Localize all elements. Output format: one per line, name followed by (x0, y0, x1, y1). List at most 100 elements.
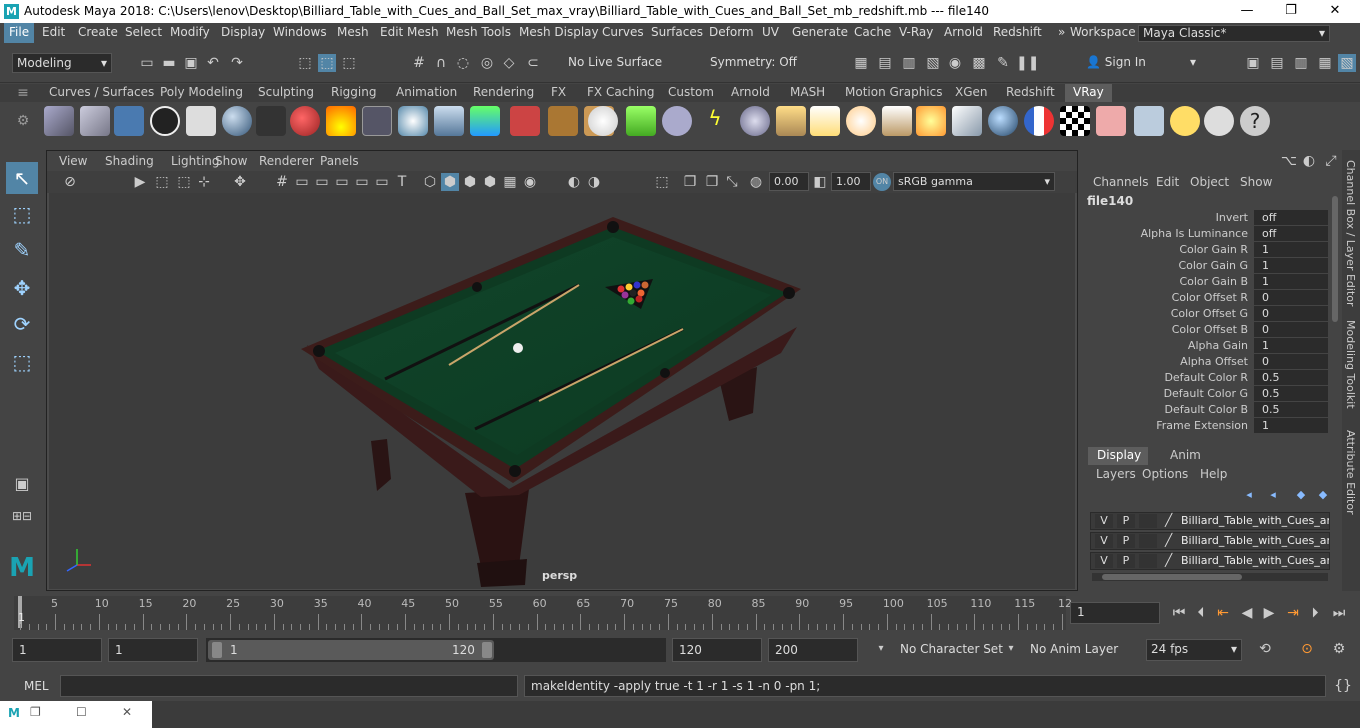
maximize-icon[interactable]: ☐ (76, 705, 87, 719)
menu-deform[interactable]: Deform (709, 25, 754, 39)
minimized-window[interactable]: M ❐ ☐ ✕ (0, 701, 152, 728)
wireframe-on-shaded-icon[interactable]: ⬢ (461, 173, 479, 191)
channel-row-alpha-offset[interactable]: Alpha Offset 0 (1084, 354, 1334, 370)
vray-table-icon[interactable] (1134, 106, 1164, 136)
gamma-field[interactable]: 1.00 (831, 172, 871, 191)
single-pane-layout-icon[interactable]: ▣ (6, 468, 38, 500)
tab-vray[interactable]: VRay (1065, 84, 1112, 102)
channel-object-menu[interactable]: Object (1190, 175, 1229, 189)
snap-surface-icon[interactable]: ◇ (500, 54, 518, 72)
3d-viewport[interactable]: persp (49, 193, 1075, 589)
menu-redshift[interactable]: Redshift (993, 25, 1042, 39)
use-all-lights-icon[interactable]: ▦ (501, 173, 519, 191)
vray-log-icon[interactable] (186, 106, 216, 136)
vray-render-icon[interactable]: ▩ (970, 54, 988, 72)
move-layer-down-icon[interactable]: ◂ (1264, 486, 1282, 504)
tab-arnold[interactable]: Arnold (731, 85, 770, 99)
textured-icon[interactable]: ⬢ (481, 173, 499, 191)
move-tool-icon[interactable]: ✥ (6, 272, 38, 304)
tab-sculpting[interactable]: Sculpting (258, 85, 314, 99)
menu-edit-mesh[interactable]: Edit Mesh (380, 25, 439, 39)
layer-row[interactable]: V P ╱ Billiard_Table_with_Cues_an (1090, 512, 1330, 530)
camera-attributes-icon[interactable]: ⊘ (61, 173, 79, 191)
channel-show-menu[interactable]: Show (1240, 175, 1272, 189)
display-type-toggle[interactable] (1139, 554, 1157, 568)
vray-bulb-icon[interactable] (1170, 106, 1200, 136)
select-component-icon[interactable]: ⬚ (340, 54, 358, 72)
range-end-handle[interactable] (482, 642, 492, 658)
expand-icon[interactable]: ⤢ (1322, 152, 1340, 170)
animation-preferences-icon[interactable]: ⚙ (1330, 640, 1348, 658)
vray-fur-icon[interactable] (510, 106, 540, 136)
viewport-menu-renderer[interactable]: Renderer (259, 154, 314, 168)
paint-select-tool-icon[interactable]: ✎ (6, 234, 38, 266)
channel-row-invert[interactable]: Invert off (1084, 210, 1334, 226)
new-scene-icon[interactable]: ▭ (138, 54, 156, 72)
channel-row-default-color-b[interactable]: Default Color B 0.5 (1084, 402, 1334, 418)
range-slider-bar[interactable]: 1 120 (208, 640, 494, 660)
workspace-dropdown[interactable]: Maya Classic* ▾ (1138, 25, 1330, 42)
channel-value[interactable]: 0 (1254, 354, 1328, 369)
new-layer-icon[interactable]: ◆ (1292, 486, 1310, 504)
vray-sphere-icon[interactable] (740, 106, 770, 136)
sign-in-button[interactable]: 👤 Sign In ▾ (1082, 53, 1200, 73)
move-layer-up-icon[interactable]: ◂ (1240, 486, 1258, 504)
undo-icon[interactable]: ↶ (204, 54, 222, 72)
menu-mesh-display[interactable]: Mesh Display (519, 25, 599, 39)
layers-menu[interactable]: Layers (1096, 467, 1136, 481)
step-back-key-icon[interactable]: ⇤ (1214, 604, 1232, 622)
layer-color-icon[interactable]: ╱ (1165, 553, 1172, 567)
vray-ies-light-icon[interactable] (882, 106, 912, 136)
vray-env-sphere-icon[interactable] (988, 106, 1018, 136)
select-camera-icon[interactable]: ⬚ (653, 173, 671, 191)
vray-omni-light-icon[interactable] (846, 106, 876, 136)
select-tool-icon[interactable]: ↖ (6, 162, 38, 194)
layer-options-menu[interactable]: Options (1142, 467, 1188, 481)
play-forwards-icon[interactable]: ▶ (1260, 604, 1278, 622)
tab-mash[interactable]: MASH (790, 85, 825, 99)
vray-rect-light-icon[interactable] (776, 106, 806, 136)
vray-vfb-history-icon[interactable] (1096, 106, 1126, 136)
step-back-frame-icon[interactable]: ⏴ (1192, 604, 1210, 622)
channel-row-frame-extension[interactable]: Frame Extension 1 (1084, 418, 1334, 434)
display-type-toggle[interactable] (1139, 534, 1157, 548)
channel-row-color-gain-b[interactable]: Color Gain B 1 (1084, 274, 1334, 290)
vray-mesh-icon[interactable] (362, 106, 392, 136)
two-side-lighting-icon[interactable]: ❐ (681, 173, 699, 191)
symmetry-field[interactable]: Symmetry: Off (706, 53, 804, 73)
menu-mesh-tools[interactable]: Mesh Tools (446, 25, 511, 39)
bookmark-icon[interactable]: ▶ (131, 173, 149, 191)
display-type-toggle[interactable] (1139, 514, 1157, 528)
select-object-icon[interactable]: ⬚ (318, 54, 336, 72)
isolate-select-icon[interactable]: ◐ (565, 173, 583, 191)
range-start-handle[interactable] (212, 642, 222, 658)
tab-custom[interactable]: Custom (668, 85, 714, 99)
tab-animation[interactable]: Animation (396, 85, 457, 99)
channel-value[interactable]: 0 (1254, 290, 1328, 305)
channel-value[interactable]: 1 (1254, 242, 1328, 257)
playback-toggle[interactable]: P (1117, 554, 1135, 568)
layer-row[interactable]: V P ╱ Billiard_Table_with_Cues_an (1090, 532, 1330, 550)
layer-name[interactable]: Billiard_Table_with_Cues_an (1181, 554, 1329, 567)
auto-key-icon[interactable]: ⊙ (1298, 640, 1316, 658)
menu-modify[interactable]: Modify (170, 25, 210, 39)
resolution-gate-icon[interactable]: ▭ (313, 173, 331, 191)
pause-icon[interactable]: ❚❚ (1016, 54, 1039, 72)
track-icon[interactable]: ⊹ (195, 173, 213, 191)
menu-curves[interactable]: Curves (602, 25, 644, 39)
channel-scrollbar[interactable] (1332, 196, 1338, 322)
vray-color-ball-icon[interactable] (1024, 106, 1054, 136)
menu-arnold[interactable]: Arnold (944, 25, 983, 39)
redo-icon[interactable]: ↷ (228, 54, 246, 72)
tab-redshift[interactable]: Redshift (1006, 85, 1055, 99)
minimize-button[interactable]: — (1224, 0, 1270, 23)
outliner-icon[interactable]: ▦ (1316, 54, 1334, 72)
smooth-shade-icon[interactable]: ⬢ (441, 173, 459, 191)
sync-icon[interactable]: ◐ (1300, 152, 1318, 170)
save-scene-icon[interactable]: ▣ (182, 54, 200, 72)
tab-motion-graphics[interactable]: Motion Graphics (845, 85, 943, 99)
channel-value[interactable]: 1 (1254, 338, 1328, 353)
maximize-button[interactable]: ❐ (1268, 0, 1314, 23)
shelf-menu-icon[interactable]: ≡ (14, 84, 32, 102)
layer-color-icon[interactable]: ╱ (1165, 513, 1172, 527)
